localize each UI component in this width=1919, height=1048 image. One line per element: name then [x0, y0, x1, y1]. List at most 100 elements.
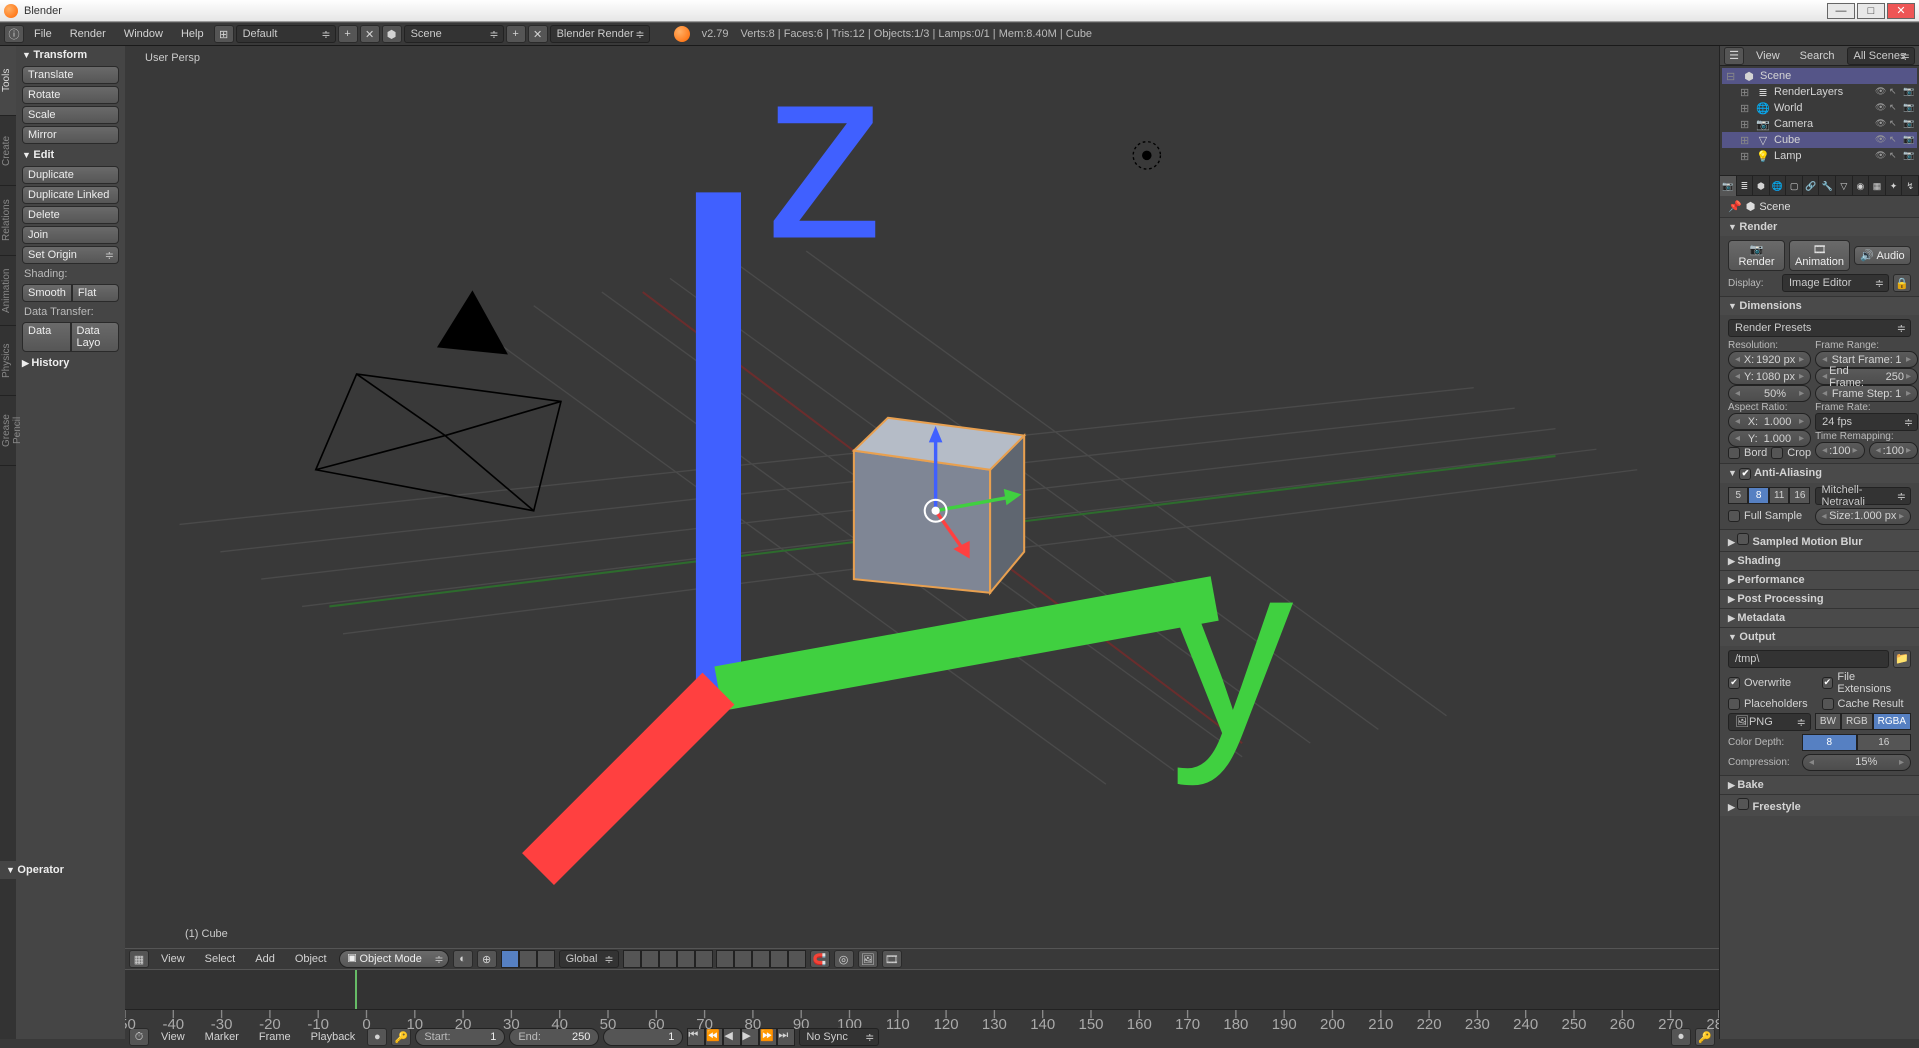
outliner-item-scene[interactable]: ⊟⬢Scene	[1722, 68, 1917, 84]
outliner-item-renderlayers[interactable]: ⊞≣RenderLayers👁↖📷	[1722, 84, 1917, 100]
data-layout-button[interactable]: Data Layo	[71, 322, 120, 352]
tab-relations[interactable]: Relations	[0, 186, 16, 256]
file-format-dropdown[interactable]: 🖼 PNG	[1728, 713, 1811, 731]
tab-animation[interactable]: Animation	[0, 256, 16, 326]
tab-constraints-icon[interactable]: 🔗	[1803, 176, 1820, 196]
time-remap-new[interactable]: :100	[1869, 442, 1918, 459]
timeline-track[interactable]	[125, 970, 1719, 1010]
file-browser-icon[interactable]: 📁	[1893, 650, 1911, 668]
translate-button[interactable]: Translate	[22, 66, 119, 84]
tab-physics[interactable]: Physics	[0, 326, 16, 396]
animation-button[interactable]: 🎞 Animation	[1789, 240, 1850, 271]
crop-checkbox[interactable]: Crop	[1771, 447, 1811, 459]
restrict-view-icon[interactable]: 👁	[1875, 86, 1887, 98]
editor-type-icon[interactable]: ⓘ	[4, 25, 24, 43]
expand-icon[interactable]: ⊞	[1740, 102, 1752, 115]
restrict-view-icon[interactable]: 👁	[1875, 134, 1887, 146]
tab-grease-pencil[interactable]: Grease Pencil	[0, 396, 16, 466]
manipulator-translate-icon[interactable]	[501, 950, 519, 968]
outliner-menu-search[interactable]: Search	[1792, 47, 1843, 65]
restrict-select-icon[interactable]: ↖	[1889, 86, 1901, 98]
duplicate-linked-button[interactable]: Duplicate Linked	[22, 186, 119, 204]
mode-dropdown[interactable]: 🞕 Object Mode	[339, 950, 449, 968]
panel-freestyle-hd[interactable]: Freestyle	[1720, 795, 1919, 816]
view3d-menu-select[interactable]: Select	[197, 950, 244, 968]
tab-particles-icon[interactable]: ✦	[1886, 176, 1903, 196]
tab-world-icon[interactable]: 🌐	[1770, 176, 1787, 196]
restrict-select-icon[interactable]: ↖	[1889, 134, 1901, 146]
sync-mode-dropdown[interactable]: No Sync	[799, 1028, 879, 1046]
placeholders-checkbox[interactable]: Placeholders	[1728, 698, 1818, 710]
panel-metadata-hd[interactable]: Metadata	[1720, 609, 1919, 627]
panel-edit[interactable]: Edit	[16, 146, 125, 164]
editor-type-view3d-icon[interactable]: ▦	[129, 950, 149, 968]
panel-history[interactable]: History	[16, 354, 125, 372]
rotate-button[interactable]: Rotate	[22, 86, 119, 104]
tab-material-icon[interactable]: ◉	[1853, 176, 1870, 196]
panel-post-hd[interactable]: Post Processing	[1720, 590, 1919, 608]
aa-filter-dropdown[interactable]: Mitchell-Netravali	[1815, 487, 1912, 505]
panel-aa-hd[interactable]: Anti-Aliasing	[1720, 464, 1919, 483]
menu-render[interactable]: Render	[62, 25, 114, 43]
shade-flat-button[interactable]: Flat	[72, 284, 119, 302]
display-mode-dropdown[interactable]: Image Editor	[1782, 274, 1889, 292]
layer-buttons[interactable]	[623, 950, 806, 968]
restrict-render-icon[interactable]: 📷	[1903, 102, 1915, 114]
set-origin-dropdown[interactable]: Set Origin	[22, 246, 119, 264]
mirror-button[interactable]: Mirror	[22, 126, 119, 144]
panel-output-hd[interactable]: Output	[1720, 628, 1919, 646]
restrict-render-icon[interactable]: 📷	[1903, 86, 1915, 98]
viewport-shading-icon[interactable]: ◐	[453, 950, 473, 968]
orientation-dropdown[interactable]: Global	[559, 950, 619, 968]
menu-file[interactable]: File	[26, 25, 60, 43]
tab-create[interactable]: Create	[0, 116, 16, 186]
cache-result-checkbox[interactable]: Cache Result	[1822, 698, 1912, 710]
expand-icon[interactable]: ⊞	[1740, 150, 1752, 163]
manipulator-rotate-icon[interactable]	[519, 950, 537, 968]
restrict-view-icon[interactable]: 👁	[1875, 102, 1887, 114]
tab-tools[interactable]: Tools	[0, 46, 16, 116]
outliner-item-cube[interactable]: ⊞▽Cube👁↖📷	[1722, 132, 1917, 148]
proportional-edit-icon[interactable]: ◎	[834, 950, 854, 968]
outliner-menu-view[interactable]: View	[1748, 47, 1788, 65]
restrict-view-icon[interactable]: 👁	[1875, 150, 1887, 162]
view3d-menu-add[interactable]: Add	[247, 950, 283, 968]
tab-data-icon[interactable]: ▽	[1836, 176, 1853, 196]
join-button[interactable]: Join	[22, 226, 119, 244]
outliner-item-world[interactable]: ⊞🌐World👁↖📷	[1722, 100, 1917, 116]
maximize-button[interactable]: □	[1857, 3, 1885, 19]
expand-icon[interactable]: ⊞	[1740, 118, 1752, 131]
panel-shading-hd[interactable]: Shading	[1720, 552, 1919, 570]
color-depth-segment[interactable]: 816	[1802, 734, 1911, 751]
view3d-menu-view[interactable]: View	[153, 950, 193, 968]
data-transfer-button[interactable]: Data	[22, 322, 71, 352]
overwrite-checkbox[interactable]: Overwrite	[1728, 677, 1818, 689]
tab-physics-icon[interactable]: ↯	[1902, 176, 1919, 196]
expand-icon[interactable]: ⊞	[1740, 134, 1752, 147]
delete-button[interactable]: Delete	[22, 206, 119, 224]
pivot-point-icon[interactable]: ⊕	[477, 950, 497, 968]
playhead[interactable]	[355, 970, 357, 1009]
restrict-select-icon[interactable]: ↖	[1889, 118, 1901, 130]
color-mode-segment[interactable]: BWRGBRGBA	[1815, 713, 1911, 730]
panel-performance-hd[interactable]: Performance	[1720, 571, 1919, 589]
timeline-ruler[interactable]: -50-40-30-20-100102030405060708090100110…	[125, 1010, 1719, 1026]
view3d-menu-object[interactable]: Object	[287, 950, 335, 968]
panel-transform[interactable]: Transform	[16, 46, 125, 64]
manipulator-scale-icon[interactable]	[537, 950, 555, 968]
operator-header[interactable]: Operator	[0, 861, 125, 879]
3d-viewport[interactable]: User Persp	[125, 46, 1719, 948]
compression-field[interactable]: 15%	[1802, 754, 1911, 771]
tab-object-icon[interactable]: ▢	[1786, 176, 1803, 196]
panel-dimensions-hd[interactable]: Dimensions	[1720, 297, 1919, 315]
panel-render-hd[interactable]: Render	[1720, 218, 1919, 236]
tab-texture-icon[interactable]: ▦	[1869, 176, 1886, 196]
restrict-select-icon[interactable]: ↖	[1889, 150, 1901, 162]
render-anim-icon[interactable]: 🎞	[882, 950, 902, 968]
tab-modifiers-icon[interactable]: 🔧	[1819, 176, 1836, 196]
restrict-select-icon[interactable]: ↖	[1889, 102, 1901, 114]
expand-icon[interactable]: ⊞	[1740, 86, 1752, 99]
render-preview-icon[interactable]: 🖼	[858, 950, 878, 968]
restrict-render-icon[interactable]: 📷	[1903, 134, 1915, 146]
aa-size-field[interactable]: Size:1.000 px	[1815, 508, 1912, 525]
